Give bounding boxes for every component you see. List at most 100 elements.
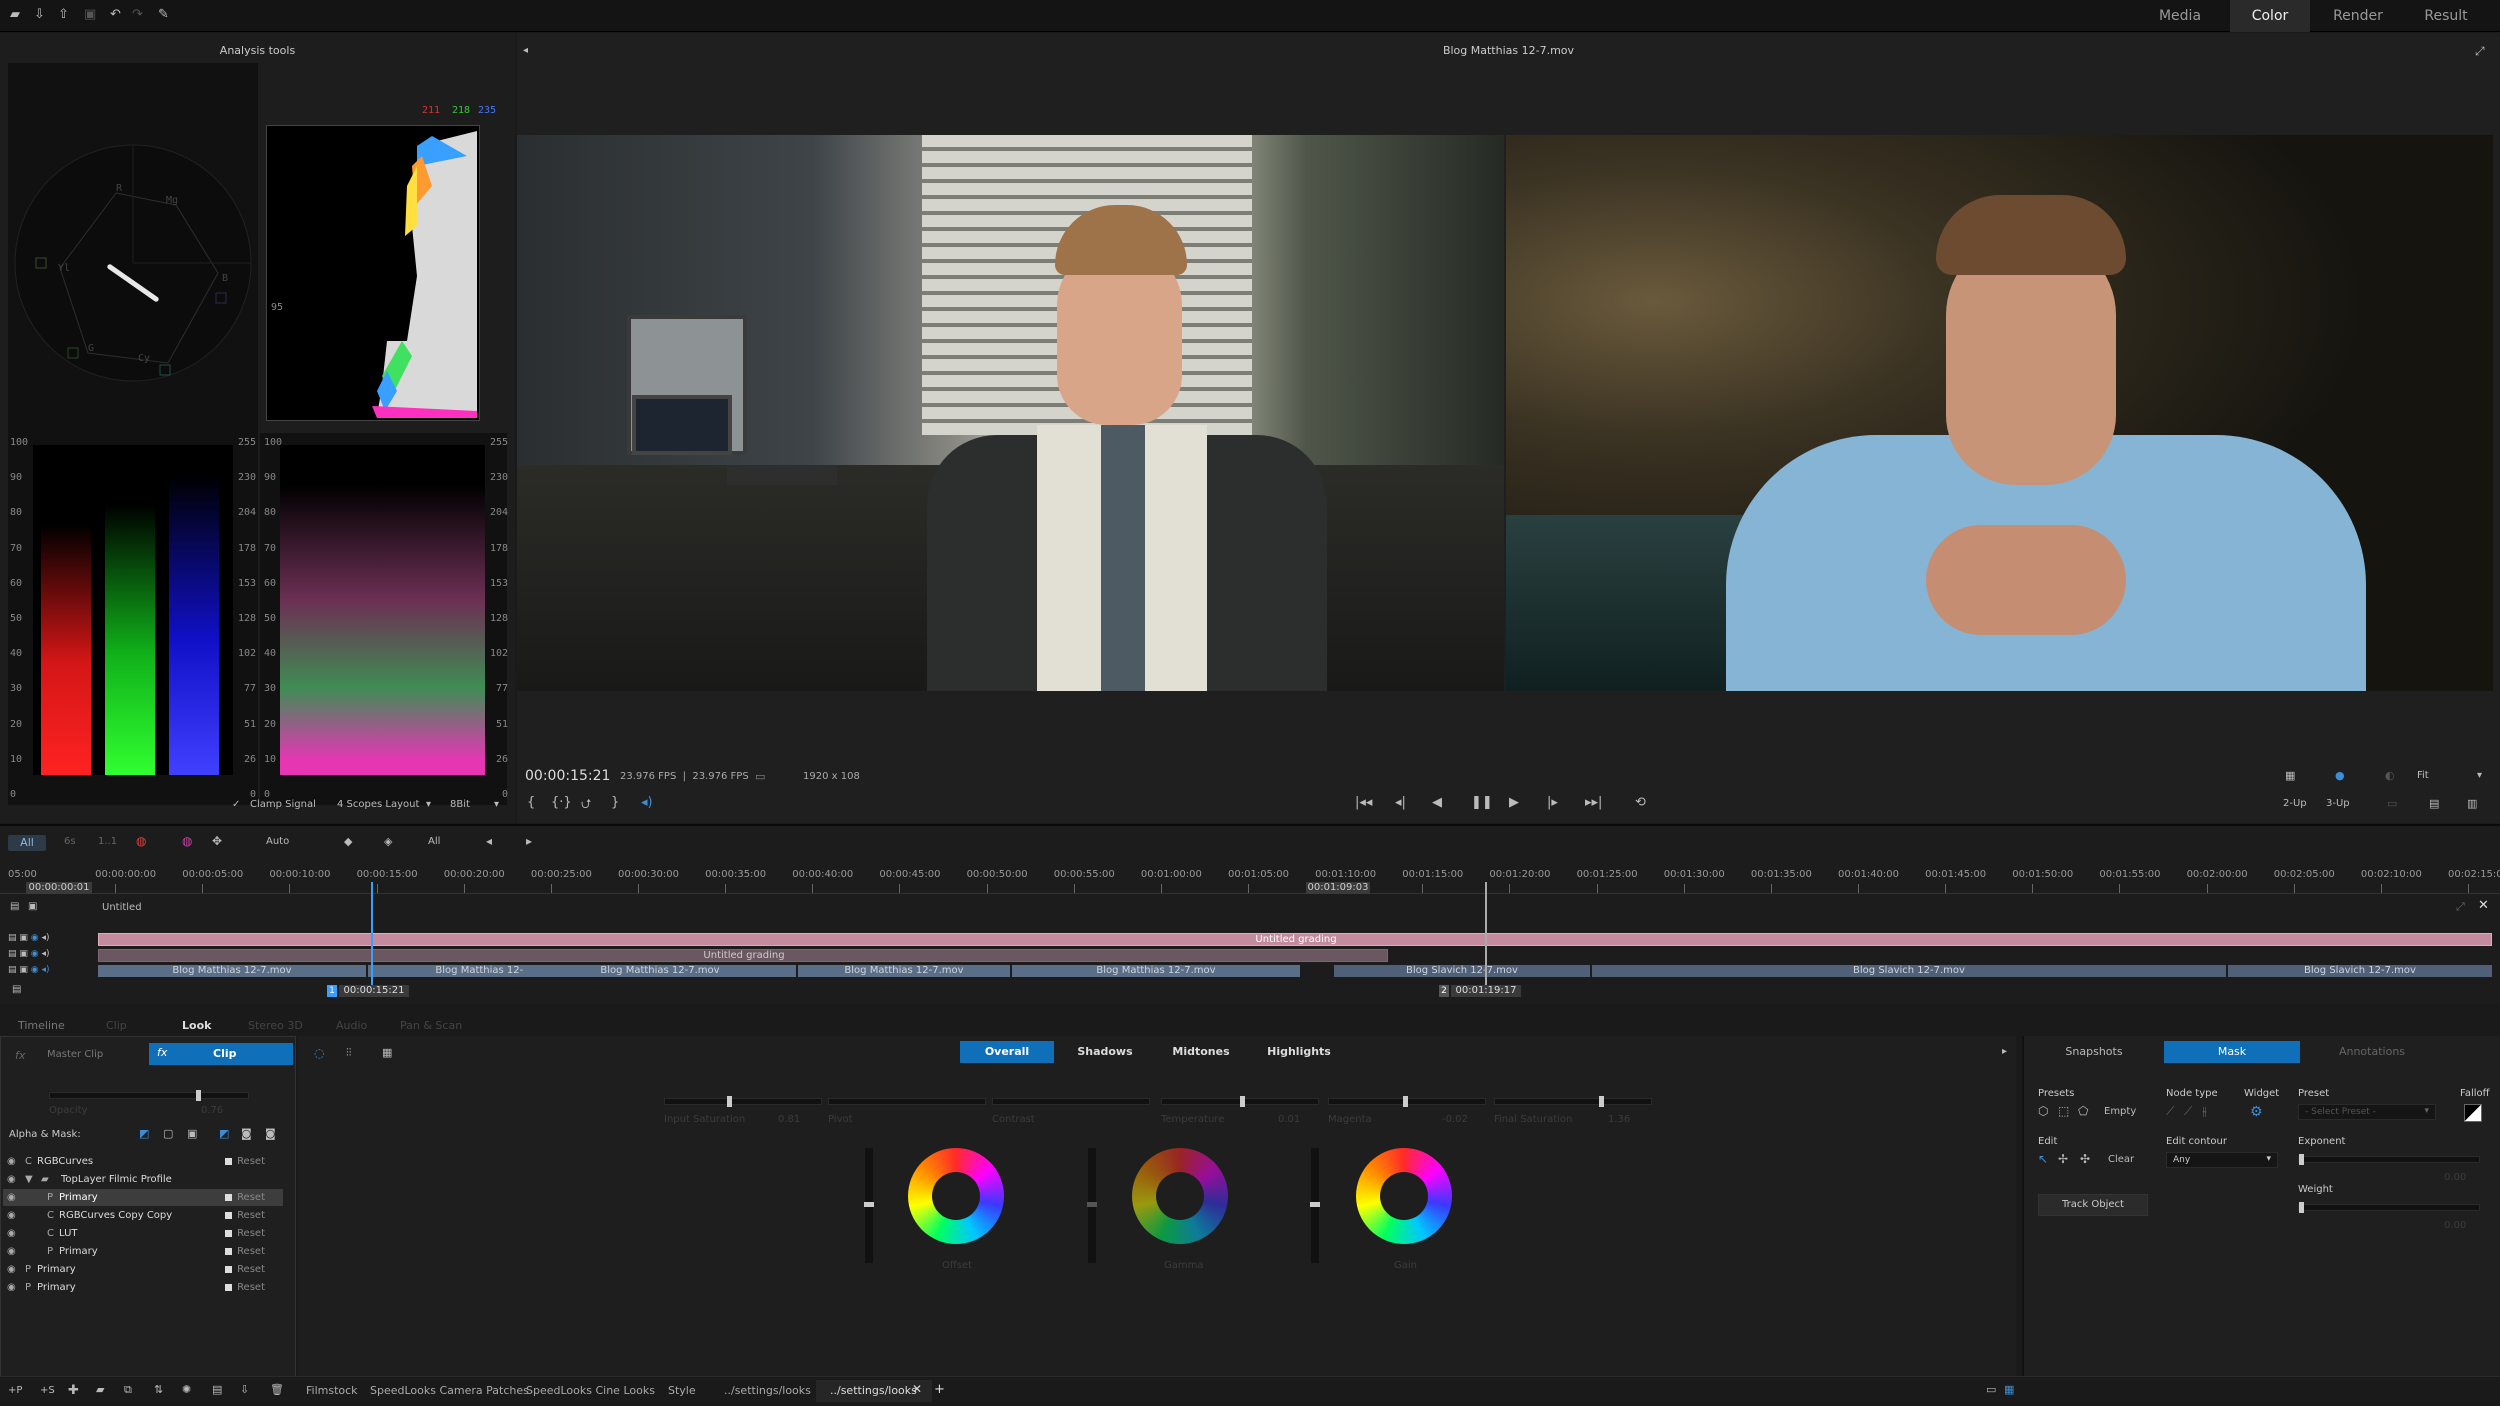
final-saturation-slider[interactable] bbox=[1494, 1096, 1652, 1107]
mask-mode-3-icon[interactable]: ◙ bbox=[265, 1127, 276, 1140]
clip-1[interactable]: Blog Matthias 12-7.mov bbox=[98, 965, 366, 977]
export-icon[interactable]: ⇧ bbox=[58, 8, 72, 21]
color-wheel-icon[interactable]: ◍ bbox=[182, 834, 192, 848]
layer-row[interactable]: ◉ P Primary Reset bbox=[3, 1243, 283, 1260]
layer-reset-button[interactable]: Reset bbox=[225, 1243, 265, 1260]
module-tab-render[interactable]: Render bbox=[2318, 0, 2398, 32]
select-tool-icon[interactable]: ↖ bbox=[2038, 1152, 2048, 1166]
opacity-slider[interactable] bbox=[49, 1090, 249, 1101]
close-tab-icon[interactable]: ✕ bbox=[912, 1382, 922, 1396]
module-tab-media[interactable]: Media bbox=[2140, 0, 2220, 32]
audio-icon[interactable]: ◂) bbox=[641, 795, 653, 810]
tab-timeline[interactable]: Timeline bbox=[18, 1019, 65, 1032]
undo-icon[interactable]: ↶ bbox=[110, 8, 124, 21]
pause-icon[interactable]: ❚❚ bbox=[1471, 795, 1493, 810]
clip-5[interactable]: Blog Matthias 12-7.mov bbox=[1012, 965, 1300, 977]
curves-icon[interactable]: ⫶⫶ bbox=[346, 1046, 352, 1060]
tab-stereo-3d[interactable]: Stereo 3D bbox=[248, 1019, 303, 1032]
open-folder-icon[interactable]: ▰ bbox=[10, 8, 24, 21]
grading-track-sub[interactable]: Untitled grading bbox=[98, 949, 1388, 962]
opacity-knob[interactable] bbox=[196, 1090, 201, 1101]
tab-pan-scan[interactable]: Pan & Scan bbox=[400, 1019, 462, 1032]
tab-midtones[interactable]: Midtones bbox=[1154, 1041, 1248, 1063]
repeat-icon[interactable]: ⟲ bbox=[1635, 795, 1646, 810]
close-track-icon[interactable]: ✕ bbox=[2478, 898, 2489, 913]
color-filter-icon[interactable]: ◍ bbox=[136, 834, 146, 848]
prev-keyframe-icon[interactable]: ◂ bbox=[486, 834, 492, 848]
master-clip-tab[interactable]: Master Clip bbox=[47, 1049, 103, 1060]
step-back-icon[interactable]: ◂| bbox=[1395, 795, 1406, 810]
offset-wheel[interactable] bbox=[908, 1148, 1004, 1244]
weight-knob[interactable] bbox=[2299, 1202, 2304, 1213]
layer-reset-button[interactable]: Reset bbox=[225, 1153, 265, 1170]
playhead-2[interactable] bbox=[1485, 882, 1487, 996]
auto-button[interactable]: Auto bbox=[266, 836, 289, 847]
bottom-tab-cine-looks[interactable]: SpeedLooks Cine Looks bbox=[526, 1384, 655, 1397]
add-primary-button[interactable]: +P bbox=[8, 1385, 22, 1396]
pivot-slider[interactable] bbox=[828, 1098, 986, 1105]
fit-chevron-icon[interactable]: ▾ bbox=[2477, 770, 2482, 781]
tab-look[interactable]: Look bbox=[182, 1019, 211, 1032]
copy-icon[interactable]: ⧉ bbox=[124, 1383, 132, 1397]
scopes-layout-dropdown[interactable]: 4 Scopes Layout bbox=[337, 799, 419, 810]
mark-out-icon[interactable]: } bbox=[611, 795, 619, 810]
layer-row[interactable]: ◉ P Primary Reset bbox=[3, 1189, 283, 1206]
gain-wheel[interactable] bbox=[1356, 1148, 1452, 1244]
layer-reset-button[interactable]: Reset bbox=[225, 1207, 265, 1224]
redo-icon[interactable]: ↷ bbox=[132, 8, 146, 21]
move-icon[interactable]: ✥ bbox=[212, 834, 222, 848]
import-icon[interactable]: ⇩ bbox=[34, 8, 48, 21]
track-settings-icon[interactable]: ▤ bbox=[10, 901, 19, 912]
clip-3[interactable]: Blog Matthias 12-7.mov bbox=[524, 965, 796, 977]
mask-mode-1-icon[interactable]: ◩ bbox=[219, 1127, 229, 1140]
dual-view-icon[interactable]: ▥ bbox=[2467, 797, 2477, 810]
layer-row[interactable]: ◉ C LUT Reset bbox=[3, 1225, 283, 1242]
timeline-menu-icon[interactable]: ▤ bbox=[12, 984, 21, 995]
module-tab-color[interactable]: Color bbox=[2230, 0, 2310, 32]
viewer-frame-right[interactable] bbox=[1506, 135, 2493, 691]
node-type-1-icon[interactable]: ⟋ bbox=[2166, 1104, 2174, 1119]
visibility-eye-icon[interactable]: ◉ bbox=[7, 1261, 16, 1278]
fit-dropdown[interactable]: Fit bbox=[2417, 770, 2429, 781]
alpha-mode-2-icon[interactable]: ▢ bbox=[163, 1127, 173, 1140]
filter-range[interactable]: 1..1 bbox=[98, 836, 117, 847]
gain-level-slider[interactable] bbox=[1310, 1148, 1320, 1263]
go-to-start-icon[interactable]: |◂◂ bbox=[1355, 795, 1372, 810]
delete-icon[interactable]: 🗑 bbox=[270, 1383, 284, 1396]
remove-point-icon[interactable]: ✣ bbox=[2080, 1152, 2090, 1166]
tab-audio[interactable]: Audio bbox=[336, 1019, 367, 1032]
visibility-eye-icon[interactable]: ◉ bbox=[7, 1279, 16, 1296]
offset-level-slider[interactable] bbox=[864, 1148, 874, 1263]
input-saturation-slider[interactable] bbox=[664, 1096, 822, 1107]
fullscreen-icon[interactable]: ⤢ bbox=[2475, 44, 2485, 59]
row1-icon[interactable]: ▤ ▣ ◉ ◂) bbox=[8, 933, 49, 943]
clip-8[interactable]: Blog Slavich 12-7.mov bbox=[2228, 965, 2492, 977]
layer-row[interactable]: ◉ P Primary Reset bbox=[3, 1279, 283, 1296]
polygon-mask-icon[interactable]: ⬠ bbox=[2078, 1104, 2088, 1118]
grid-view-icon[interactable]: ▦ bbox=[2004, 1383, 2014, 1396]
wrench-icon[interactable]: ✎ bbox=[158, 8, 172, 21]
layer-reset-button[interactable]: Reset bbox=[225, 1189, 265, 1206]
alpha-mode-3-icon[interactable]: ▣ bbox=[187, 1127, 197, 1140]
split-view-icon[interactable]: ▤ bbox=[2429, 797, 2439, 810]
effects-icon[interactable]: ✺ bbox=[182, 1383, 191, 1396]
viewer-frame-left[interactable] bbox=[517, 135, 1504, 691]
add-tab-icon[interactable]: + bbox=[934, 1382, 945, 1397]
mask-mode-2-icon[interactable]: ◙ bbox=[241, 1127, 252, 1140]
final-saturation-knob[interactable] bbox=[1599, 1096, 1604, 1107]
tab-mask[interactable]: Mask bbox=[2164, 1041, 2300, 1063]
track-lock-icon[interactable]: ▣ bbox=[28, 901, 37, 912]
visibility-eye-icon[interactable]: ◉ bbox=[7, 1171, 16, 1188]
contrast-slider[interactable] bbox=[992, 1098, 1150, 1105]
track-object-button[interactable]: Track Object bbox=[2038, 1194, 2148, 1216]
mark-range-icon[interactable]: {·} bbox=[551, 795, 572, 810]
temperature-knob[interactable] bbox=[1240, 1096, 1245, 1107]
play-reverse-icon[interactable]: ◀ bbox=[1432, 795, 1442, 810]
clip-tab[interactable]: fx Clip bbox=[149, 1043, 293, 1065]
keyframe-icon[interactable]: ◆ bbox=[344, 835, 352, 848]
tab-shadows[interactable]: Shadows bbox=[1058, 1041, 1152, 1063]
row3-icon[interactable]: ▤ ▣ ◉ ◂) bbox=[8, 965, 50, 975]
temperature-slider[interactable] bbox=[1161, 1096, 1319, 1107]
visibility-eye-icon[interactable]: ◉ bbox=[7, 1207, 16, 1224]
step-forward-icon[interactable]: |▸ bbox=[1547, 795, 1558, 810]
